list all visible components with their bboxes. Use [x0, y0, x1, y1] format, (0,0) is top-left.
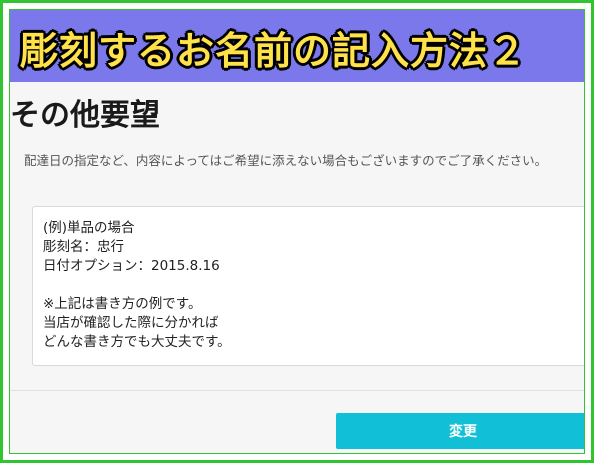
textarea-line: (例)単品の場合 — [43, 220, 135, 236]
request-textarea[interactable]: (例)単品の場合 彫刻名：忠行 日付オプション：2015.8.16 ※上記は書き… — [32, 206, 584, 366]
textarea-line: 当店が確認した際に分かれば — [43, 315, 219, 331]
title-banner: 彫刻するお名前の記入方法２ — [10, 10, 584, 82]
change-button[interactable]: 変更 — [336, 413, 584, 449]
green-frame: 彫刻するお名前の記入方法２ その他要望 配達日の指定など、内容によってはご希望に… — [0, 0, 594, 463]
section-title: その他要望 — [10, 98, 160, 133]
section-description: 配達日の指定など、内容によってはご希望に添えない場合もございますのでご了承くださ… — [24, 153, 548, 168]
banner-title: 彫刻するお名前の記入方法２ — [20, 29, 528, 73]
section-divider — [10, 390, 584, 391]
textarea-line: 日付オプション：2015.8.16 — [43, 258, 220, 274]
textarea-line: ※上記は書き方の例です。 — [43, 296, 202, 312]
textarea-line — [43, 276, 575, 295]
page-content: 彫刻するお名前の記入方法２ その他要望 配達日の指定など、内容によってはご希望に… — [10, 10, 584, 453]
textarea-line: どんな書き方でも大丈夫です。 — [43, 334, 231, 350]
textarea-line: 彫刻名：忠行 — [43, 239, 124, 255]
